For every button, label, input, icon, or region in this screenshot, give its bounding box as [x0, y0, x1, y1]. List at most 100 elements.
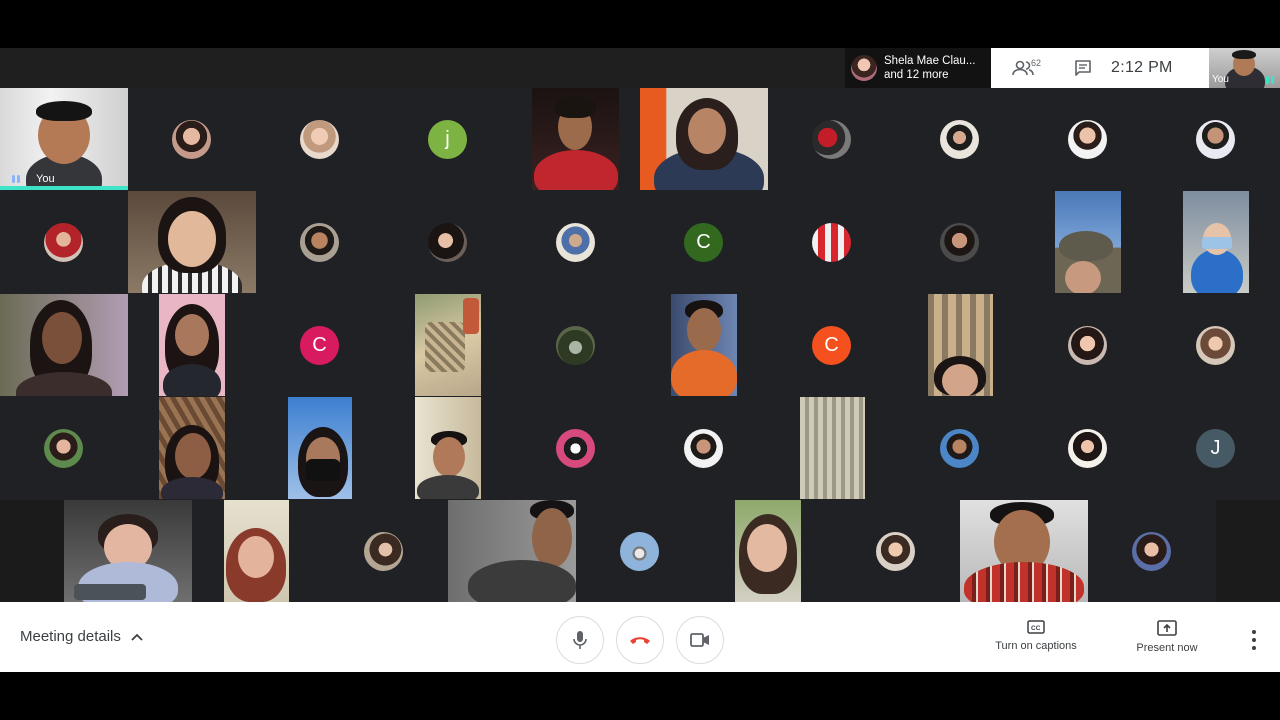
participant-avatar	[684, 429, 723, 468]
participant-video	[735, 500, 801, 602]
participant-tile[interactable]	[384, 397, 512, 499]
participant-video	[224, 500, 289, 602]
camera-button[interactable]	[676, 616, 724, 664]
participant-tile[interactable]	[64, 500, 192, 602]
active-speakers-chip[interactable]: Shela Mae Clau... and 12 more	[845, 48, 991, 88]
participant-avatar	[1068, 326, 1107, 365]
participant-letter-avatar: C	[300, 326, 339, 365]
participant-tile[interactable]	[512, 191, 640, 293]
participant-tile[interactable]	[896, 294, 1024, 396]
participant-tile[interactable]	[256, 191, 384, 293]
participant-avatar	[812, 120, 851, 159]
speaker-more: and 12 more	[884, 69, 949, 81]
participant-tile[interactable]	[640, 88, 768, 190]
participant-tile[interactable]	[256, 397, 384, 499]
participant-tile[interactable]	[512, 88, 640, 190]
participant-tile[interactable]: j	[384, 88, 512, 190]
participant-avatar	[300, 223, 339, 262]
participant-avatar	[1132, 532, 1171, 571]
participant-tile[interactable]	[448, 500, 576, 602]
participant-tile[interactable]	[384, 294, 512, 396]
participant-tile[interactable]	[1024, 191, 1152, 293]
chat-button[interactable]	[1065, 50, 1101, 86]
participant-avatar	[44, 429, 83, 468]
participant-avatar	[1196, 326, 1235, 365]
participant-tile[interactable]	[128, 397, 256, 499]
participant-tile[interactable]	[192, 500, 320, 602]
participant-tile[interactable]	[0, 294, 128, 396]
speaker-avatar	[851, 55, 877, 81]
participant-tile-self[interactable]: You	[0, 88, 128, 190]
participant-tile[interactable]	[1152, 88, 1280, 190]
participant-tile[interactable]	[768, 88, 896, 190]
meet-stage: Shela Mae Clau... and 12 more 62 2:12 PM	[0, 48, 1280, 672]
participant-tile[interactable]	[896, 397, 1024, 499]
participant-video	[1183, 191, 1249, 293]
participant-tile[interactable]	[0, 191, 128, 293]
participant-tile[interactable]	[1024, 294, 1152, 396]
participant-tile[interactable]	[128, 191, 256, 293]
participant-tile[interactable]	[1152, 191, 1280, 293]
participant-tile[interactable]	[576, 500, 704, 602]
participant-tile[interactable]: J	[1152, 397, 1280, 499]
participant-video	[671, 294, 737, 396]
participant-tile[interactable]	[512, 397, 640, 499]
participant-avatar	[940, 223, 979, 262]
clock: 2:12 PM	[1111, 59, 1173, 76]
people-count: 62	[1031, 58, 1042, 68]
closed-captions-icon: CC	[1027, 620, 1045, 634]
participant-avatar	[44, 223, 83, 262]
participant-tile[interactable]	[640, 294, 768, 396]
participant-video	[1055, 191, 1121, 293]
participant-video	[128, 191, 256, 293]
participant-tile[interactable]	[0, 397, 128, 499]
meeting-details-label: Meeting details	[20, 628, 121, 645]
self-thumb-label: You	[1212, 74, 1229, 85]
participant-tile[interactable]: C	[640, 191, 768, 293]
captions-button[interactable]: CC Turn on captions	[981, 620, 1091, 652]
participant-tile[interactable]: C	[768, 294, 896, 396]
participant-avatar	[300, 120, 339, 159]
meeting-details-button[interactable]: Meeting details	[20, 628, 143, 645]
participant-letter-avatar: j	[428, 120, 467, 159]
control-bar: Meeting details CC Turn on captions Pres…	[0, 602, 1280, 672]
present-now-button[interactable]: Present now	[1112, 620, 1222, 654]
leave-call-button[interactable]	[616, 616, 664, 664]
participant-tile[interactable]	[128, 294, 256, 396]
participant-tile[interactable]	[896, 88, 1024, 190]
participant-avatar	[1068, 120, 1107, 159]
participant-tile[interactable]: C	[256, 294, 384, 396]
participant-tile[interactable]	[1152, 294, 1280, 396]
people-button[interactable]: 62	[1005, 50, 1041, 86]
present-now-label: Present now	[1136, 642, 1198, 654]
participant-avatar	[940, 429, 979, 468]
participant-tile[interactable]	[1088, 500, 1216, 602]
participant-avatar	[812, 223, 851, 262]
video-camera-icon	[690, 633, 709, 647]
chevron-up-icon	[131, 633, 143, 641]
participant-tile[interactable]	[1024, 88, 1152, 190]
participant-video	[415, 294, 481, 396]
audio-indicator	[12, 175, 20, 183]
more-options-button[interactable]	[1246, 630, 1262, 650]
grid-filler	[1216, 500, 1280, 602]
participant-avatar	[1196, 120, 1235, 159]
participant-tile[interactable]	[832, 500, 960, 602]
participant-video	[928, 294, 993, 396]
participant-tile[interactable]	[384, 191, 512, 293]
participant-tile[interactable]	[320, 500, 448, 602]
grid-filler	[0, 500, 64, 602]
participant-tile[interactable]	[512, 294, 640, 396]
participant-tile[interactable]	[1024, 397, 1152, 499]
participant-tile[interactable]	[256, 88, 384, 190]
participant-tile[interactable]	[960, 500, 1088, 602]
participant-tile[interactable]	[704, 500, 832, 602]
microphone-icon	[573, 631, 587, 649]
participant-tile[interactable]	[640, 397, 768, 499]
participant-tile[interactable]	[768, 397, 896, 499]
participant-tile[interactable]	[768, 191, 896, 293]
mic-button[interactable]	[556, 616, 604, 664]
participant-tile[interactable]	[128, 88, 256, 190]
self-view-thumbnail[interactable]: You	[1209, 48, 1280, 88]
participant-tile[interactable]	[896, 191, 1024, 293]
